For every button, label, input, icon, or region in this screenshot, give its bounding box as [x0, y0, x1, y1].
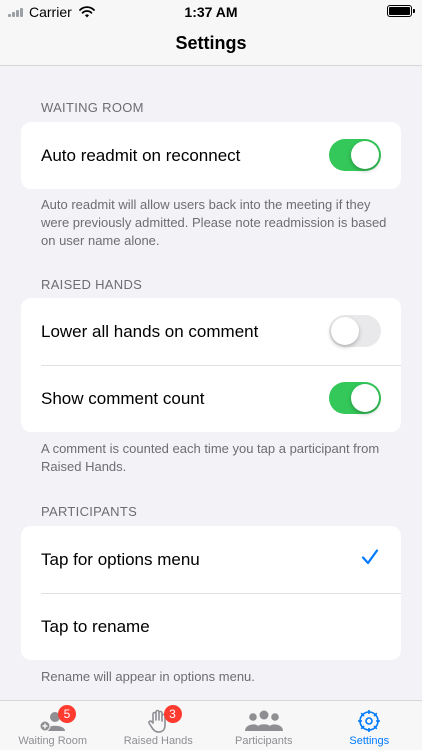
page-title: Settings [175, 33, 247, 53]
section-header-participants: PARTICIPANTS [41, 504, 138, 519]
section-header-raised-hands: RAISED HANDS [41, 277, 143, 292]
toggle-knob [351, 141, 379, 169]
auto-readmit-toggle[interactable] [329, 139, 381, 171]
tab-participants[interactable]: Participants [211, 701, 317, 750]
lower-hands-label: Lower all hands on comment [41, 321, 259, 341]
participants-group: Tap for options menu Tap to rename [21, 526, 401, 660]
raised-hands-badge: 3 [163, 705, 182, 723]
options-menu-row[interactable]: Tap for options menu [21, 526, 401, 593]
show-comment-count-toggle[interactable] [329, 382, 381, 414]
toggle-knob [351, 384, 379, 412]
participants-footer: Rename will appear in options menu. [41, 669, 255, 684]
show-comment-count-row: Show comment count [21, 365, 401, 432]
lower-hands-toggle[interactable] [329, 315, 381, 347]
gear-icon [358, 710, 381, 732]
toggle-knob [331, 317, 359, 345]
tab-label-settings: Settings [349, 735, 390, 747]
tab-label-waiting-room: Waiting Room [18, 735, 88, 747]
rename-label: Tap to rename [41, 616, 150, 636]
tab-bar: 5 Waiting Room 3 Raised Hands Participan… [0, 700, 422, 750]
waiting-room-badge: 5 [58, 705, 76, 723]
waiting-room-group: Auto readmit on reconnect [21, 122, 401, 189]
tab-settings[interactable]: Settings [317, 701, 422, 750]
waiting-room-footer: Auto readmit will allow users back into … [41, 197, 387, 248]
auto-readmit-label: Auto readmit on reconnect [41, 145, 241, 165]
tab-waiting-room[interactable]: 5 Waiting Room [0, 701, 106, 750]
status-bar: Carrier 1:37 AM [0, 0, 422, 24]
show-comment-count-label: Show comment count [41, 388, 205, 408]
navigation-bar: Settings [0, 24, 422, 66]
group-icon [244, 710, 283, 731]
lower-hands-row: Lower all hands on comment [21, 298, 401, 365]
auto-readmit-row: Auto readmit on reconnect [21, 122, 401, 189]
rename-row[interactable]: Tap to rename [21, 593, 401, 660]
status-time: 1:37 AM [184, 4, 238, 20]
checkmark-icon [361, 549, 379, 565]
tab-raised-hands[interactable]: 3 Raised Hands [106, 701, 212, 750]
raised-hands-group: Lower all hands on comment Show comment … [21, 298, 401, 432]
tab-label-raised-hands: Raised Hands [123, 735, 193, 747]
tab-label-participants: Participants [235, 735, 293, 747]
section-header-waiting-room: WAITING ROOM [41, 100, 144, 115]
options-menu-label: Tap for options menu [41, 549, 200, 569]
battery-icon [387, 5, 415, 17]
raised-hands-footer: A comment is counted each time you tap a… [41, 441, 380, 474]
